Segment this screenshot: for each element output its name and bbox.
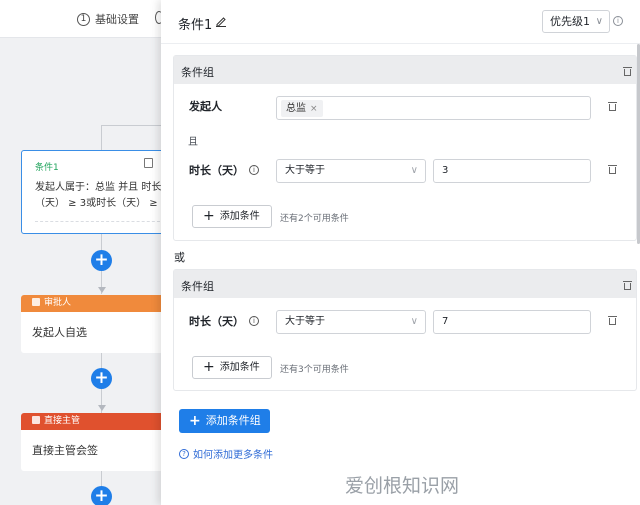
priority-select[interactable]: 优先级1 ∨ [542, 10, 610, 33]
initiator-input[interactable]: 总监 × [276, 96, 591, 120]
duration-label-text: 时长（天） [189, 315, 244, 328]
person-icon [32, 298, 40, 306]
flow-connector [101, 125, 161, 126]
add-node-plus-icon[interactable]: + [91, 250, 112, 271]
condition-drawer: 条件1 优先级1 ∨ i 条件组 发起人 总监 × 且 时长（天） i 大于等于… [161, 0, 640, 505]
approver-node-header: 审批人 [21, 295, 171, 312]
arrow-down-icon [98, 287, 106, 293]
help-link-label: 如何添加更多条件 [193, 450, 273, 461]
step-label: 基础设置 [95, 13, 139, 26]
drawer-title: 条件1 [178, 18, 213, 33]
condition-group: 条件组 时长（天） i 大于等于 ∨ 7 + 添加条件 还有3个可用条件 [173, 269, 637, 391]
info-icon[interactable]: i [249, 316, 259, 326]
question-icon: ? [179, 448, 189, 459]
flow-connector [101, 125, 102, 150]
drawer-header: 条件1 优先级1 ∨ i [161, 0, 640, 44]
operator-select[interactable]: 大于等于 ∨ [276, 159, 426, 183]
duration-label: 时长（天） i [189, 313, 259, 329]
duration-value-input[interactable]: 7 [433, 310, 591, 334]
condition-group: 条件组 发起人 总监 × 且 时长（天） i 大于等于 ∨ 3 + 添加条件 还有2… [173, 55, 637, 241]
manager-node-header: 直接主管 [21, 413, 171, 430]
priority-value: 优先级1 [550, 15, 590, 28]
condition-summary: 发起人属于：总监 并且 时长 （天） ≥ 3或时长（天） ≥ 7 [35, 180, 175, 212]
operator-select[interactable]: 大于等于 ∨ [276, 310, 426, 334]
chevron-down-icon: ∨ [410, 165, 418, 176]
node-header-label: 审批人 [44, 298, 72, 308]
add-condition-group-label: 添加条件组 [205, 414, 261, 427]
delete-row-icon[interactable] [608, 315, 617, 325]
divider [35, 221, 165, 222]
add-condition-button[interactable]: + 添加条件 [192, 205, 272, 228]
chevron-down-icon: ∨ [595, 16, 603, 27]
condition-group-header: 条件组 [174, 56, 636, 84]
node-body: 发起人自选 [32, 326, 87, 339]
step-number: 1 [77, 12, 90, 26]
condition-group-label: 条件组 [181, 66, 214, 79]
add-condition-button[interactable]: + 添加条件 [192, 356, 272, 379]
condition-card[interactable]: 条件1 发起人属于：总监 并且 时长 （天） ≥ 3或时长（天） ≥ 7 [21, 150, 171, 234]
approver-node[interactable]: 审批人 发起人自选 [21, 295, 171, 353]
remove-tag-icon[interactable]: × [310, 104, 318, 114]
arrow-down-icon [98, 405, 106, 411]
plus-icon: + [203, 208, 215, 224]
tag-label: 总监 [286, 103, 306, 114]
plus-icon: + [189, 413, 201, 429]
available-conditions-hint: 还有2个可用条件 [280, 214, 349, 224]
or-label: 或 [174, 251, 185, 264]
condition-summary-line: 发起人属于：总监 并且 时长 [35, 182, 162, 193]
add-node-plus-icon[interactable]: + [91, 368, 112, 389]
condition-group-header: 条件组 [174, 270, 636, 298]
add-node-plus-icon[interactable]: + [91, 486, 112, 505]
delete-row-icon[interactable] [608, 164, 617, 174]
add-condition-label: 添加条件 [219, 362, 260, 373]
help-link[interactable]: ? 如何添加更多条件 [179, 446, 273, 461]
add-condition-label: 添加条件 [219, 211, 260, 222]
delete-row-icon[interactable] [608, 101, 617, 111]
delete-group-icon[interactable] [623, 66, 632, 76]
condition-group-label: 条件组 [181, 280, 214, 293]
chevron-down-icon: ∨ [410, 316, 418, 327]
edit-icon[interactable] [215, 15, 227, 27]
manager-node[interactable]: 直接主管 直接主管会签 [21, 413, 171, 471]
available-conditions-hint: 还有3个可用条件 [280, 365, 349, 375]
node-body: 直接主管会签 [32, 444, 98, 457]
condition-summary-line: （天） ≥ 3或时长（天） ≥ 7 [35, 198, 168, 209]
condition-card-title: 条件1 [35, 163, 59, 173]
duration-value-input[interactable]: 3 [433, 159, 591, 183]
operator-value: 大于等于 [285, 316, 325, 327]
copy-icon[interactable] [144, 158, 153, 168]
step-basic-settings[interactable]: 1 基础设置 [77, 11, 139, 27]
and-label: 且 [188, 137, 198, 148]
initiator-label: 发起人 [189, 100, 222, 113]
add-condition-group-button[interactable]: + 添加条件组 [179, 409, 270, 433]
info-icon[interactable]: i [249, 165, 259, 175]
duration-label-text: 时长（天） [189, 164, 244, 177]
manager-icon [32, 416, 40, 424]
delete-group-icon[interactable] [623, 280, 632, 290]
selected-tag: 总监 × [281, 100, 323, 117]
duration-label: 时长（天） i [189, 162, 259, 178]
operator-value: 大于等于 [285, 165, 325, 176]
info-icon[interactable]: i [613, 16, 623, 26]
watermark: 爱创根知识网 [345, 475, 460, 497]
node-header-label: 直接主管 [44, 416, 81, 426]
plus-icon: + [203, 359, 215, 375]
